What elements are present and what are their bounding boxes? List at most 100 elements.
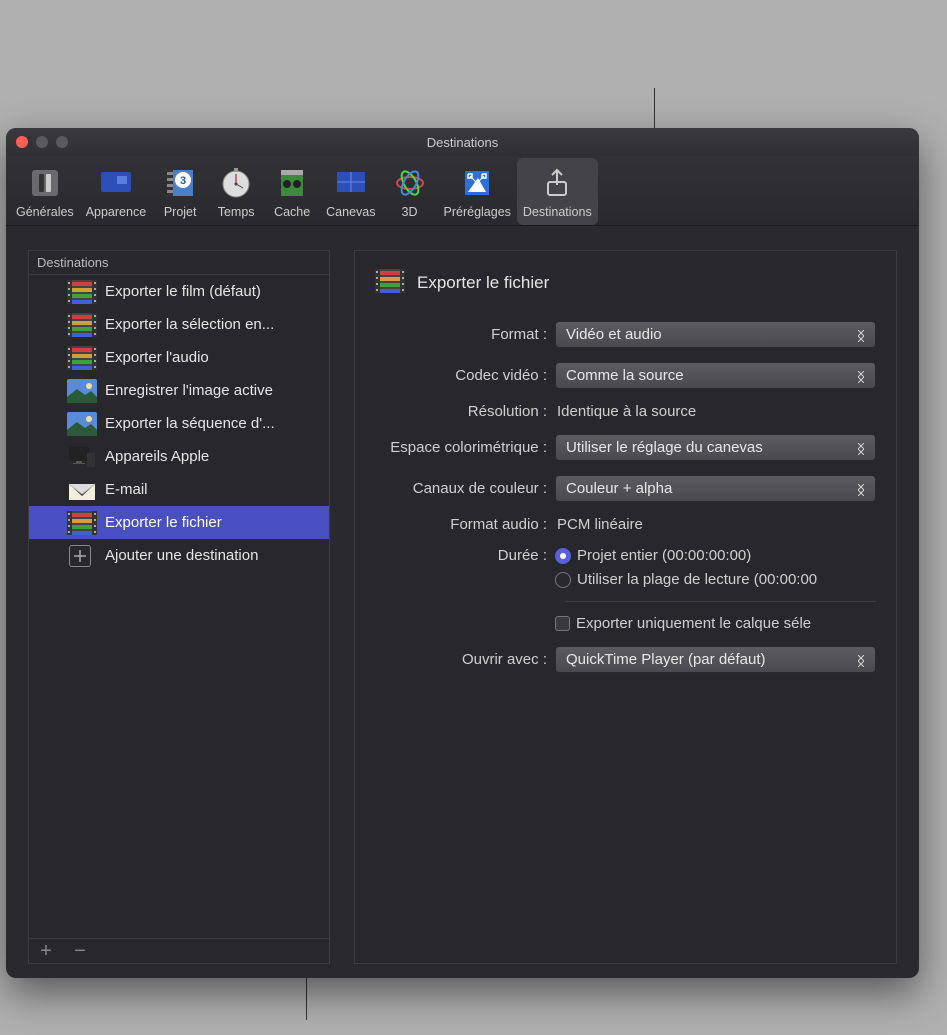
select-value: Utiliser le réglage du canevas [566,439,763,456]
destination-label: Exporter la séquence d'... [67,415,275,432]
select-channels[interactable]: Couleur + alpha [555,475,876,502]
label-format: Format : [355,326,555,343]
image-icon [67,379,97,403]
tab-label: Destinations [523,205,592,219]
row-codec: Codec vidéo : Comme la source [355,355,896,396]
value-audio-format: PCM linéaire [555,516,643,533]
tab-project[interactable]: 3 Projet [152,158,208,225]
detail-header: Exporter le fichier [355,263,896,314]
select-value: Vidéo et audio [566,326,662,343]
general-icon [26,164,64,202]
titlebar: Destinations [6,128,919,156]
close-window-button[interactable] [16,136,28,148]
label-duration: Durée : [355,547,555,564]
tab-presets[interactable]: Préréglages [438,158,517,225]
tab-canvas[interactable]: Canevas [320,158,381,225]
time-icon [217,164,255,202]
film-icon [67,280,97,304]
tab-label: Projet [164,205,197,219]
cache-icon [273,164,311,202]
tab-3d[interactable]: 3D [382,158,438,225]
canvas-icon [332,164,370,202]
detail-title: Exporter le fichier [417,273,549,293]
preferences-window: Destinations Générales Apparence 3 Proje… [6,128,919,978]
remove-destination-button[interactable]: − [71,943,89,959]
select-value: Comme la source [566,367,684,384]
destination-apple-devices[interactable]: Appareils Apple [29,440,329,473]
row-format: Format : Vidéo et audio [355,314,896,355]
label-resolution: Résolution : [355,403,555,420]
radio-whole-project[interactable] [555,548,571,564]
select-colorspace[interactable]: Utiliser le réglage du canevas [555,434,876,461]
image-icon [67,412,97,436]
label-channels: Canaux de couleur : [355,480,555,497]
tab-label: Générales [16,205,74,219]
label-audio-format: Format audio : [355,516,555,533]
tab-label: Temps [218,205,255,219]
zoom-window-button[interactable] [56,136,68,148]
row-duration: Durée : Projet entier (00:00:00:00) [355,540,896,571]
row-resolution: Résolution : Identique à la source [355,396,896,427]
tab-label: Canevas [326,205,375,219]
film-icon [67,313,97,337]
label-open-with: Ouvrir avec : [355,651,555,668]
tab-label: Préréglages [444,205,511,219]
destinations-list: Exporter le film (défaut) Exporter la sé… [29,275,329,938]
tab-appearance[interactable]: Apparence [80,158,152,225]
content-area: Destinations Exporter le film (défaut) E… [6,226,919,978]
tab-label: Cache [274,205,310,219]
select-codec[interactable]: Comme la source [555,362,876,389]
film-icon [67,511,97,535]
prefs-toolbar: Générales Apparence 3 Projet Temps Cache [6,156,919,226]
tab-general[interactable]: Générales [10,158,80,225]
destination-add-new[interactable]: Ajouter une destination [29,539,329,572]
film-icon [67,346,97,370]
project-icon: 3 [161,164,199,202]
window-controls [16,136,68,148]
svg-text:3: 3 [180,175,186,187]
tab-destinations[interactable]: Destinations [517,158,598,225]
add-destination-button[interactable]: + [37,943,55,959]
destination-label: Enregistrer l'image active [67,382,273,399]
destination-save-frame[interactable]: Enregistrer l'image active [29,374,329,407]
destination-email[interactable]: E-mail [29,473,329,506]
row-channels: Canaux de couleur : Couleur + alpha [355,468,896,509]
window-title: Destinations [6,135,919,150]
checkbox-export-selected-layer[interactable] [555,616,570,631]
label-colorspace: Espace colorimétrique : [355,439,555,456]
row-audio-format: Format audio : PCM linéaire [355,509,896,540]
destinations-sidebar: Destinations Exporter le film (défaut) E… [28,250,330,964]
select-format[interactable]: Vidéo et audio [555,321,876,348]
tab-time[interactable]: Temps [208,158,264,225]
destination-export-file[interactable]: Exporter le fichier [29,506,329,539]
tab-cache[interactable]: Cache [264,158,320,225]
minimize-window-button[interactable] [36,136,48,148]
checkbox-label: Exporter uniquement le calque séle [576,615,811,632]
row-layer-only: Exporter uniquement le calque séle [355,608,896,639]
3d-icon [391,164,429,202]
radio-label-play-range: Utiliser la plage de lecture (00:00:00 [577,571,817,588]
select-open-with[interactable]: QuickTime Player (par défaut) [555,646,876,673]
label-codec: Codec vidéo : [355,367,555,384]
value-resolution: Identique à la source [555,403,696,420]
tab-label: Apparence [86,205,146,219]
destination-export-audio[interactable]: Exporter l'audio [29,341,329,374]
row-duration-opt2: Utiliser la plage de lecture (00:00:00 [355,571,896,595]
envelope-icon [67,478,97,502]
radio-play-range[interactable] [555,572,571,588]
presets-icon [458,164,496,202]
destination-label: Exporter la sélection en... [67,316,274,333]
destination-export-movie[interactable]: Exporter le film (défaut) [29,275,329,308]
film-icon [375,269,405,296]
appearance-icon [97,164,135,202]
select-value: Couleur + alpha [566,480,672,497]
share-icon [538,164,576,202]
devices-icon [67,445,97,469]
sidebar-header: Destinations [29,251,329,275]
select-value: QuickTime Player (par défaut) [566,651,766,668]
destination-export-sequence[interactable]: Exporter la séquence d'... [29,407,329,440]
destination-label: Ajouter une destination [67,547,258,564]
row-colorspace: Espace colorimétrique : Utiliser le régl… [355,427,896,468]
destination-export-selection[interactable]: Exporter la sélection en... [29,308,329,341]
tab-label: 3D [402,205,418,219]
